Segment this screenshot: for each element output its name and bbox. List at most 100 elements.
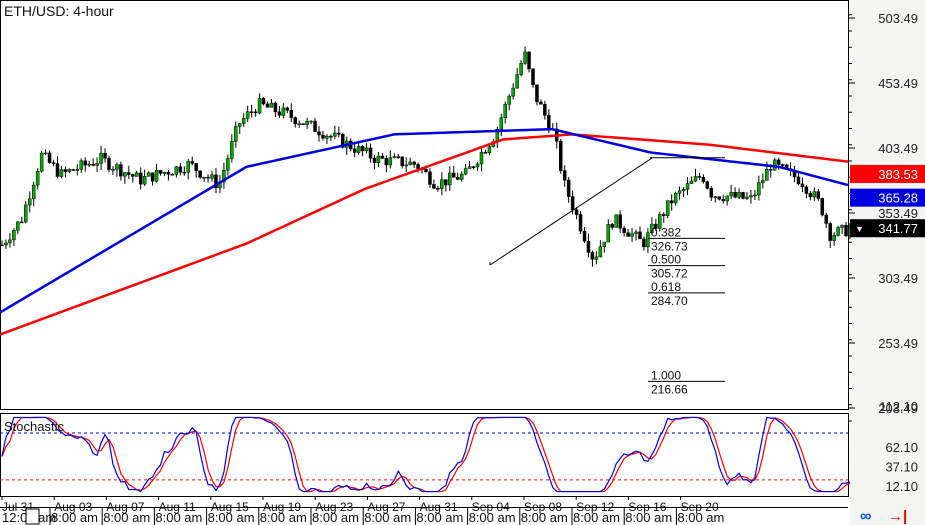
- candle-body: [293, 117, 297, 125]
- stoch-tick-label: 12.10: [885, 479, 918, 494]
- candle-body: [598, 246, 603, 258]
- candle-body: [665, 200, 670, 216]
- candle-body: [800, 183, 805, 188]
- chart-window: 503.49 453.49 403.49 353.49 303.49 253.49 203.…: [0, 0, 925, 525]
- candle-body: [115, 164, 119, 170]
- candle-body: [436, 188, 440, 190]
- candle-body: [27, 198, 32, 206]
- candle-body: [16, 221, 20, 231]
- candle-body: [776, 159, 781, 165]
- candle-body: [174, 166, 179, 175]
- candle-body: [20, 221, 24, 224]
- candle-body: [71, 169, 76, 171]
- candle-body: [765, 169, 769, 181]
- candle-body: [701, 177, 706, 183]
- candle-body: [392, 156, 397, 158]
- chart-canvas[interactable]: 503.49453.49403.49353.49303.49253.49203.…: [0, 0, 925, 525]
- candle-body: [178, 166, 183, 173]
- time-label: 8:00 am: [51, 510, 98, 525]
- candle: [39, 150, 44, 173]
- candle-body: [226, 158, 230, 171]
- candle-body: [562, 170, 567, 181]
- time-label: 8:00 am: [208, 510, 255, 525]
- candle-body: [424, 168, 428, 173]
- candle-body: [210, 174, 214, 179]
- candle-body: [519, 63, 523, 75]
- candle-body: [364, 147, 369, 152]
- candle-body: [12, 230, 16, 241]
- candle-body: [186, 161, 190, 173]
- stoch-tick-label: 112.10: [879, 399, 918, 414]
- candle-body: [325, 135, 329, 139]
- candle-body: [832, 235, 836, 241]
- candle-body: [400, 156, 404, 166]
- candle-body: [673, 193, 678, 204]
- time-scroll-handle[interactable]: [25, 508, 40, 525]
- candle-body: [202, 176, 206, 179]
- candle-body: [245, 111, 250, 119]
- candle-body: [499, 117, 504, 130]
- candle: [820, 197, 825, 217]
- candle-body: [55, 163, 60, 177]
- candle-body: [47, 152, 52, 163]
- candle-body: [713, 196, 718, 198]
- candle-body: [638, 231, 642, 240]
- candle-body: [471, 166, 476, 168]
- candle-body: [602, 241, 607, 247]
- candle-body: [527, 51, 531, 70]
- candle-body: [380, 155, 385, 159]
- candle-body: [257, 98, 262, 114]
- candle-body: [146, 172, 151, 177]
- candle-body: [689, 180, 694, 184]
- candle-body: [51, 162, 56, 164]
- candle-body: [836, 227, 840, 236]
- candle-body: [586, 240, 591, 253]
- time-label: 8:00 am: [573, 510, 620, 525]
- candle-body: [840, 224, 844, 228]
- candle-body: [721, 199, 725, 202]
- link-icon[interactable]: ∞: [860, 508, 871, 525]
- candle-body: [301, 123, 305, 125]
- candle: [836, 225, 840, 237]
- candle-body: [150, 172, 155, 182]
- candle-body: [539, 101, 543, 105]
- price-tag-label: 383.53: [878, 167, 918, 182]
- candle-body: [808, 193, 813, 198]
- candle-body: [685, 183, 690, 190]
- candle-body: [170, 174, 175, 176]
- candle-body: [547, 115, 551, 130]
- candle-body: [828, 223, 832, 241]
- candle-body: [812, 191, 817, 198]
- time-label: 8:00 am: [521, 510, 568, 525]
- candle-body: [182, 171, 187, 174]
- candle-body: [162, 172, 167, 174]
- candle-body: [432, 184, 436, 189]
- candle-body: [630, 233, 634, 237]
- candle-body: [590, 252, 595, 260]
- candle-body: [578, 214, 583, 232]
- candle-body: [440, 179, 444, 189]
- candle: [614, 214, 618, 228]
- candle-body: [757, 182, 761, 196]
- candle-body: [475, 163, 480, 168]
- candle-body: [408, 161, 412, 166]
- y-tick-label: 303.49: [878, 271, 918, 286]
- shift-to-end-icon[interactable]: →|: [888, 508, 907, 525]
- fib-price-label: 305.72: [651, 267, 688, 281]
- candle-body: [190, 161, 194, 164]
- candle-body: [142, 176, 147, 185]
- candle-body: [662, 214, 666, 216]
- candle-body: [622, 227, 626, 234]
- candle-body: [594, 256, 599, 260]
- candle-body: [820, 198, 825, 216]
- candle-body: [87, 163, 91, 166]
- candle-body: [127, 172, 131, 175]
- candle-body: [761, 180, 765, 184]
- candle-body: [63, 169, 68, 172]
- candle: [665, 200, 670, 219]
- candle-body: [337, 132, 341, 135]
- time-label: 8:00 am: [364, 510, 411, 525]
- candle-body: [158, 170, 163, 174]
- candle-body: [4, 242, 8, 246]
- candle-body: [570, 196, 575, 211]
